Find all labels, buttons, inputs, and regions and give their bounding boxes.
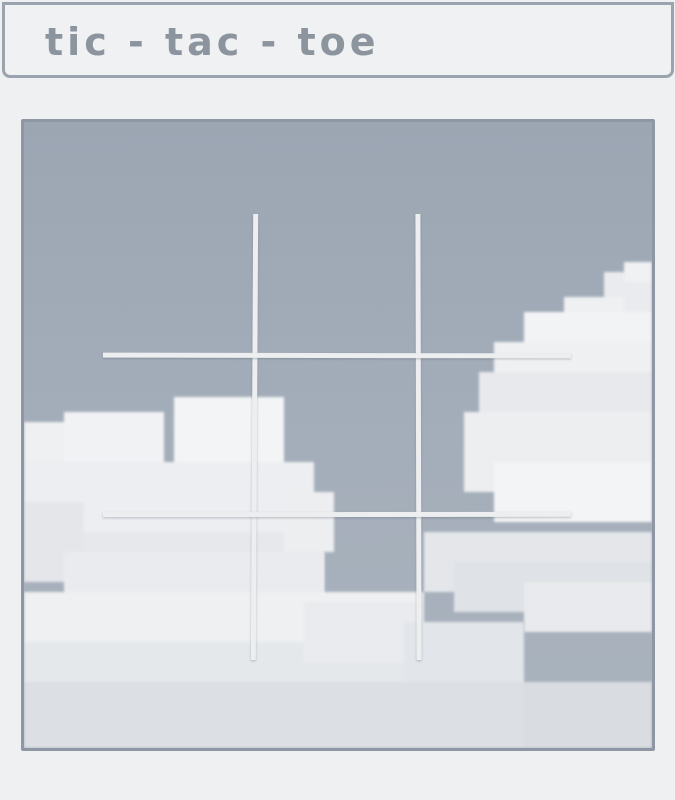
cell-1-2[interactable] [421, 358, 571, 512]
cell-1-1[interactable] [257, 358, 416, 512]
game-board [21, 119, 655, 751]
cell-0-2[interactable] [421, 214, 571, 353]
cell-0-1[interactable] [257, 214, 416, 353]
cell-2-2[interactable] [421, 517, 571, 660]
game-title: tic - tac - toe [45, 20, 380, 64]
title-bar: tic - tac - toe [2, 2, 674, 78]
cell-1-0[interactable] [103, 358, 252, 512]
cell-2-1[interactable] [257, 517, 416, 660]
cell-2-0[interactable] [103, 517, 252, 660]
cell-0-0[interactable] [103, 214, 252, 353]
